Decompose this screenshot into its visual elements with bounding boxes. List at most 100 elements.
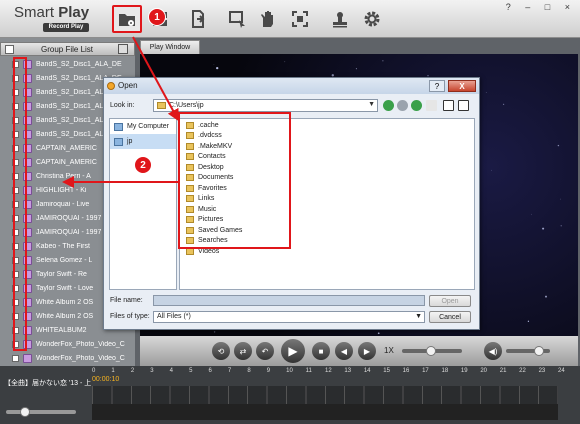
playback-controls: ⟲ ⇄ ↶ ▶ ■ ◀ ▶ 1X ◀) bbox=[140, 336, 578, 366]
open-folder-button[interactable] bbox=[112, 5, 142, 33]
timeline-hour-ticks: 0 1 2 3 4 5 6 7 8 9 10 11 12 13 14 15 16 17 18 19 20 21 22 23 24 bbox=[92, 368, 565, 378]
schedule-timeline: 【全曲】届かない恋 '13 - 上 0 1 2 3 4 5 6 7 8 9 10 11 12 13 14 15… bbox=[0, 366, 580, 424]
stop-icon: ■ bbox=[318, 346, 324, 356]
close-button[interactable]: X bbox=[448, 80, 476, 92]
volume-slider-knob[interactable] bbox=[534, 346, 544, 356]
undo-icon: ↶ bbox=[261, 346, 269, 356]
play-button[interactable]: ▶ bbox=[281, 339, 305, 363]
place-item[interactable]: My Computer bbox=[110, 119, 176, 134]
hour-tick-label: 18 bbox=[441, 368, 449, 374]
timeline-zoom-knob[interactable] bbox=[20, 407, 30, 417]
settings-button[interactable] bbox=[357, 5, 387, 33]
timeline-track-lower[interactable] bbox=[92, 404, 558, 420]
list-item[interactable]: WonderFox_Photo_Video_C bbox=[12, 351, 133, 363]
select-all-checkbox[interactable] bbox=[5, 45, 14, 54]
speed-slider-knob[interactable] bbox=[426, 346, 436, 356]
video-file-icon bbox=[23, 353, 32, 363]
next-frame-button[interactable]: ▶ bbox=[358, 342, 376, 360]
look-in-select[interactable]: C:\Users\jp ▼ bbox=[153, 99, 378, 112]
folder-icon bbox=[157, 102, 166, 109]
look-in-value: C:\Users\jp bbox=[169, 102, 204, 109]
cancel-button[interactable]: Cancel bbox=[429, 311, 471, 323]
new-folder-button[interactable] bbox=[426, 100, 437, 111]
rewind-button[interactable]: ↶ bbox=[256, 342, 274, 360]
list-item[interactable]: WonderFox_Photo_Video_C bbox=[12, 337, 133, 351]
hour-tick-label: 11 bbox=[305, 368, 312, 374]
star bbox=[491, 169, 492, 171]
up-folder-button[interactable] bbox=[411, 100, 422, 111]
star bbox=[560, 225, 562, 227]
file-name: Taylor Swift - Love bbox=[36, 284, 94, 292]
file-name: Selena Gomez - L bbox=[36, 256, 93, 264]
app-icon bbox=[107, 82, 115, 90]
speed-slider[interactable] bbox=[402, 346, 462, 356]
stop-button[interactable]: ■ bbox=[312, 342, 330, 360]
hour-tick-label: 21 bbox=[499, 368, 507, 374]
previous-frame-button[interactable]: ◀ bbox=[335, 342, 353, 360]
hand-tool-button[interactable] bbox=[252, 5, 282, 33]
tab-play-window[interactable]: Play Window bbox=[140, 40, 200, 54]
volume-button[interactable]: ◀) bbox=[484, 342, 502, 360]
star bbox=[216, 66, 219, 70]
hour-tick-label: 0 bbox=[92, 368, 96, 374]
file-name: Kabeo - The First bbox=[36, 242, 90, 250]
detail-view-button[interactable] bbox=[458, 100, 469, 111]
logo-text-bold: Play bbox=[58, 4, 90, 21]
back-button[interactable] bbox=[383, 100, 394, 111]
place-item[interactable]: jp bbox=[110, 134, 176, 149]
file-checkbox[interactable] bbox=[12, 354, 19, 362]
step-forward-icon: ▶ bbox=[363, 346, 371, 356]
loop-icon: ⟲ bbox=[217, 346, 225, 356]
file-name: JAMIROQUAI - 1997 bbox=[36, 214, 102, 222]
shuffle-button[interactable]: ⇄ bbox=[234, 342, 252, 360]
fullscreen-icon bbox=[292, 11, 308, 27]
dialog-title-bar: Open ? X bbox=[104, 78, 479, 94]
hour-tick-label: 8 bbox=[247, 368, 251, 374]
look-in-label: Look in: bbox=[110, 102, 135, 109]
open-dialog: Open ? X Look in: C:\Users\jp ▼ My Compu… bbox=[103, 77, 480, 330]
step-badge-1: 1 bbox=[148, 8, 166, 26]
app-logo: Smart Play Record Play bbox=[10, 4, 106, 34]
hour-tick-label: 15 bbox=[383, 368, 390, 374]
logo-text-light: Smart bbox=[14, 4, 55, 21]
hour-tick-label: 22 bbox=[519, 368, 526, 374]
file-type-value: All Files (*) bbox=[157, 313, 191, 320]
star bbox=[545, 295, 547, 298]
export-button[interactable] bbox=[183, 5, 213, 33]
hour-tick-label: 9 bbox=[266, 368, 271, 374]
trash-icon[interactable] bbox=[118, 44, 128, 54]
file-name-label: File name: bbox=[110, 297, 143, 304]
file-name: BandS_S2_Disc1_ALA_DE bbox=[36, 60, 122, 68]
fullscreen-button[interactable] bbox=[285, 5, 315, 33]
file-type-select[interactable]: All Files (*) ▼ bbox=[153, 311, 425, 323]
window-controls[interactable]: ? – □ × bbox=[506, 2, 576, 12]
open-button[interactable]: Open bbox=[429, 295, 471, 307]
step-badge-2: 2 bbox=[134, 156, 152, 174]
app-window: Smart Play Record Play ? – □ × Group Fil… bbox=[0, 0, 580, 424]
screen-capture-button[interactable] bbox=[222, 5, 252, 33]
forward-button[interactable] bbox=[397, 100, 408, 111]
toolbar: Smart Play Record Play ? – □ × bbox=[0, 0, 580, 38]
volume-slider[interactable] bbox=[506, 346, 550, 356]
open-folder-icon bbox=[119, 14, 135, 26]
place-label: My Computer bbox=[127, 123, 170, 130]
loop-button[interactable]: ⟲ bbox=[212, 342, 230, 360]
list-item[interactable]: BandS_S2_Disc1_ALA_DE bbox=[12, 57, 133, 71]
timeline-track-label: 【全曲】届かない恋 '13 - 上 bbox=[4, 380, 92, 387]
place-label: jp bbox=[127, 138, 133, 145]
group-file-list-header: Group File List bbox=[0, 42, 135, 56]
list-view-button[interactable] bbox=[443, 100, 454, 111]
annotation-highlight-checkboxes bbox=[13, 57, 27, 351]
file-type-label: Files of type: bbox=[110, 313, 150, 320]
help-button[interactable]: ? bbox=[429, 80, 445, 92]
hour-tick-label: 12 bbox=[325, 368, 332, 374]
stamp-button[interactable] bbox=[325, 5, 355, 33]
file-name: WonderFox_Photo_Video_C bbox=[36, 354, 125, 362]
star bbox=[213, 64, 215, 65]
hour-tick-label: 4 bbox=[169, 368, 173, 374]
file-name-input[interactable] bbox=[153, 295, 425, 306]
speed-label: 1X bbox=[384, 346, 394, 355]
star bbox=[531, 213, 532, 215]
timeline-zoom-slider[interactable] bbox=[6, 407, 76, 417]
logo-subtitle: Record Play bbox=[43, 23, 89, 32]
